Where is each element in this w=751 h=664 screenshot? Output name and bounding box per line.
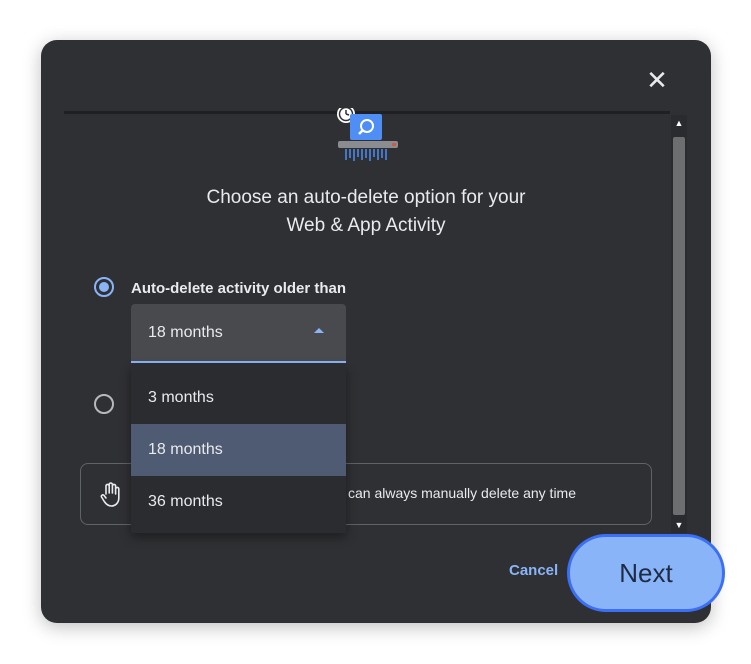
- duration-select-value: 18 months: [148, 324, 223, 341]
- heading-line-1: Choose an auto-delete option for your: [206, 187, 526, 208]
- close-icon[interactable]: ✕: [643, 66, 671, 94]
- scroll-down-icon[interactable]: ▼: [671, 517, 687, 533]
- heading-line-2: Web & App Activity: [286, 215, 446, 236]
- manual-delete-radio[interactable]: [94, 394, 114, 414]
- auto-delete-radio-label[interactable]: Auto-delete activity older than: [131, 280, 346, 297]
- auto-delete-radio[interactable]: [94, 277, 114, 297]
- scroll-thumb[interactable]: [673, 137, 685, 515]
- next-button[interactable]: Next: [567, 534, 725, 612]
- caret-up-icon: [314, 328, 324, 333]
- duration-select[interactable]: 18 months: [131, 304, 346, 363]
- scroll-up-icon[interactable]: ▲: [671, 115, 687, 131]
- menu-item-3-months[interactable]: 3 months: [131, 372, 346, 424]
- hand-icon: [100, 482, 120, 507]
- info-text: can always manually delete any time: [348, 485, 577, 501]
- menu-item-18-months[interactable]: 18 months: [131, 424, 346, 476]
- dialog-heading: Choose an auto-delete option for your We…: [160, 184, 572, 240]
- cancel-button[interactable]: Cancel: [509, 562, 558, 579]
- scrollbar[interactable]: ▲ ▼: [671, 115, 687, 533]
- duration-dropdown-menu: 3 months 18 months 36 months: [131, 365, 346, 533]
- menu-item-36-months[interactable]: 36 months: [131, 476, 346, 528]
- shredder-illustration-icon: [337, 108, 398, 161]
